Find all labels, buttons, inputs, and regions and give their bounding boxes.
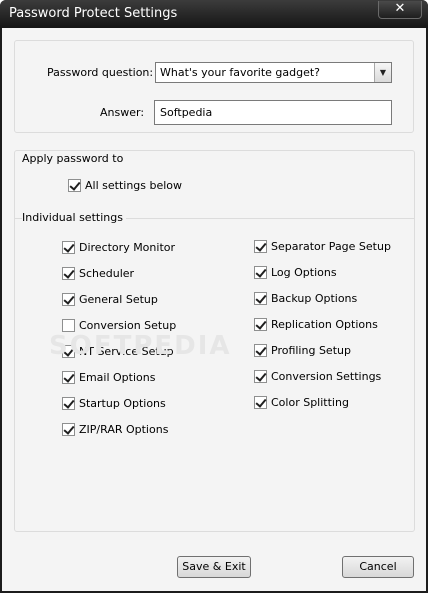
checkbox-label: Profiling Setup xyxy=(271,343,351,357)
close-icon: ✕ xyxy=(394,1,406,16)
checkbox-label: Conversion Setup xyxy=(79,318,177,332)
checkbox-backup-options[interactable]: Backup Options xyxy=(254,290,357,306)
checkbox-box[interactable] xyxy=(254,265,267,279)
checkbox-color-splitting[interactable]: Color Splitting xyxy=(254,394,349,410)
checkbox-box[interactable] xyxy=(62,266,75,280)
checkbox-label: Log Options xyxy=(271,265,337,279)
checkbox-scheduler[interactable]: Scheduler xyxy=(62,265,134,281)
close-button[interactable]: ✕ xyxy=(378,1,422,19)
checkbox-replication-options[interactable]: Replication Options xyxy=(254,316,378,332)
checkbox-label: Separator Page Setup xyxy=(271,239,391,253)
checkbox-separator-page-setup[interactable]: Separator Page Setup xyxy=(254,238,391,254)
checkbox-box[interactable] xyxy=(254,369,267,383)
dialog-window: Password Protect Settings ✕ Password que… xyxy=(0,0,428,593)
checkbox-box[interactable] xyxy=(62,292,75,306)
checkbox-label: Color Splitting xyxy=(271,395,349,409)
dialog-body: Password question: What's your favorite … xyxy=(2,28,426,591)
checkbox-label: Replication Options xyxy=(271,317,378,331)
checkbox-box[interactable] xyxy=(254,291,267,305)
checkbox-label: Email Options xyxy=(79,370,156,384)
checkbox-label: General Setup xyxy=(79,292,158,306)
checkbox-general-setup[interactable]: General Setup xyxy=(62,291,158,307)
watermark: SOFTPEDIA xyxy=(49,331,232,361)
checkbox-zip-rar-options[interactable]: ZIP/RAR Options xyxy=(62,421,168,437)
checkbox-box[interactable] xyxy=(254,239,267,253)
checkbox-box[interactable] xyxy=(62,370,75,384)
title-bar[interactable]: Password Protect Settings ✕ xyxy=(0,0,428,28)
checkbox-log-options[interactable]: Log Options xyxy=(254,264,337,280)
checkbox-box[interactable] xyxy=(254,395,267,409)
checkbox-box[interactable] xyxy=(62,318,75,332)
apply-password-heading: Apply password to xyxy=(22,152,127,165)
checkbox-email-options[interactable]: Email Options xyxy=(62,369,155,385)
password-question-select[interactable]: What's your favorite gadget? ▼ xyxy=(155,62,392,83)
checkbox-label: Startup Options xyxy=(79,396,166,410)
dropdown-arrow-icon[interactable]: ▼ xyxy=(374,63,391,82)
answer-input[interactable] xyxy=(154,100,392,125)
checkbox-box[interactable] xyxy=(62,396,75,410)
checkbox-box[interactable] xyxy=(62,240,75,254)
checkbox-label: Scheduler xyxy=(79,266,135,280)
checkbox-conversion-settings[interactable]: Conversion Settings xyxy=(254,368,381,384)
answer-label: Answer: xyxy=(100,106,145,119)
checkbox-box[interactable] xyxy=(68,178,81,192)
checkbox-box[interactable] xyxy=(254,317,267,331)
checkbox-profiling-setup[interactable]: Profiling Setup xyxy=(254,342,351,358)
checkbox-label: ZIP/RAR Options xyxy=(79,422,169,436)
password-question-value: What's your favorite gadget? xyxy=(160,66,320,79)
checkbox-label: Directory Monitor xyxy=(79,240,176,254)
save-exit-button[interactable]: Save & Exit xyxy=(177,556,251,578)
checkbox-directory-monitor[interactable]: Directory Monitor xyxy=(62,239,175,255)
checkbox-box[interactable] xyxy=(254,343,267,357)
window-title: Password Protect Settings xyxy=(9,6,178,21)
all-settings-label: All settings below xyxy=(85,178,183,192)
password-question-label: Password question: xyxy=(47,66,154,79)
checkbox-box[interactable] xyxy=(62,422,75,436)
all-settings-checkbox[interactable]: All settings below xyxy=(68,177,182,193)
cancel-button[interactable]: Cancel xyxy=(342,556,414,578)
checkbox-label: Conversion Settings xyxy=(271,369,382,383)
individual-settings-heading: Individual settings xyxy=(22,211,126,224)
checkbox-startup-options[interactable]: Startup Options xyxy=(62,395,166,411)
checkbox-label: Backup Options xyxy=(271,291,358,305)
